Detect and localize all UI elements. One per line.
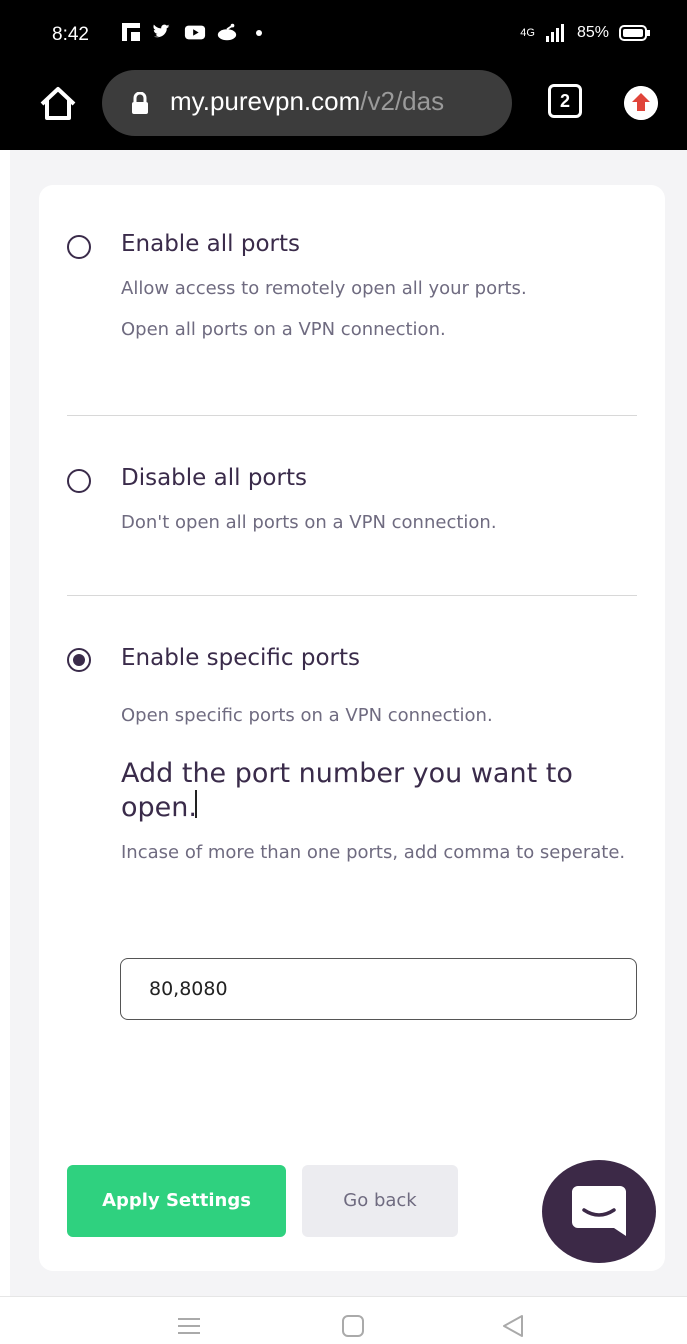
port-input-heading: Add the port number you want to open. [121,758,573,823]
home-nav-icon[interactable] [340,1313,366,1339]
browser-toolbar: my.purevpn.com/v2/das 2 [0,62,687,150]
chat-icon [572,1186,626,1236]
menu-icon[interactable] [176,1313,202,1337]
port-input-hint: Incase of more than one ports, add comma… [121,842,626,863]
youtube-icon [184,25,206,40]
system-nav-bar [0,1296,687,1344]
radio-enable-all-ports[interactable] [67,235,91,259]
network-type: 4G [520,27,535,39]
radio-disable-all-ports[interactable] [67,469,91,493]
apply-settings-button[interactable]: Apply Settings [67,1165,286,1237]
signal-icon [545,24,564,42]
home-icon[interactable] [38,84,78,124]
battery-icon [619,25,650,41]
text-caret [195,790,197,818]
tab-switcher-button[interactable]: 2 [548,84,582,118]
battery-percent: 85% [576,24,609,41]
status-time: 8:42 [52,24,89,45]
flipboard-icon [122,23,140,41]
url-host: my.purevpn.com [170,86,361,116]
divider [67,595,637,596]
lock-icon [132,92,148,114]
upload-icon[interactable] [624,86,658,120]
status-right: 4G 85% [520,24,651,42]
url-text: my.purevpn.com/v2/das [170,86,500,117]
dot-icon [256,30,262,36]
radio-enable-specific-ports[interactable] [67,648,91,672]
option-description: Don't open all ports on a VPN connection… [121,512,497,533]
option-description: Allow access to remotely open all your p… [121,278,527,299]
url-path: /v2/das [360,86,445,116]
twitter-icon [153,24,170,38]
option-title: Disable all ports [121,465,307,491]
option-title: Enable all ports [121,231,300,257]
reddit-icon [217,23,237,41]
notification-icons [120,22,270,42]
chat-launcher-button[interactable] [542,1160,656,1263]
address-bar[interactable]: my.purevpn.com/v2/das [102,70,512,136]
go-back-button[interactable]: Go back [302,1165,458,1237]
status-bar: 8:42 4G 85% [0,0,687,62]
option-description: Open all ports on a VPN connection. [121,319,446,340]
back-icon[interactable] [500,1313,526,1339]
port-settings-card: Enable all ports Allow access to remotel… [39,185,665,1271]
option-description: Open specific ports on a VPN connection. [121,705,493,726]
port-number-input[interactable] [120,958,637,1020]
divider [67,415,637,416]
option-title: Enable specific ports [121,645,360,671]
